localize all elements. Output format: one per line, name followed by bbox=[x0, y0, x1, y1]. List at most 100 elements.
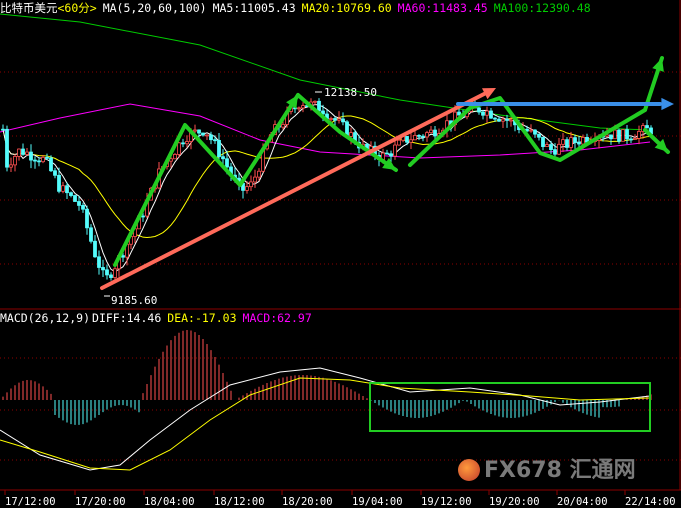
candle-body bbox=[297, 107, 301, 110]
ma20-value: MA20:10769.60 bbox=[301, 1, 392, 15]
candle-body bbox=[557, 143, 561, 155]
candle-body bbox=[549, 144, 553, 151]
low-price-label: 9185.60 bbox=[111, 294, 157, 307]
candle-body bbox=[85, 208, 89, 229]
ma5-line bbox=[2, 104, 652, 273]
candle-body bbox=[329, 118, 333, 120]
candle-body bbox=[193, 129, 197, 132]
candle-body bbox=[349, 132, 353, 137]
ma100-value: MA100:12390.48 bbox=[493, 1, 591, 15]
candle-body bbox=[89, 227, 93, 242]
green-arrowhead-up bbox=[652, 58, 664, 72]
green-zigzag-arrow-1 bbox=[113, 93, 300, 267]
candle-body bbox=[389, 153, 393, 157]
candle-body bbox=[217, 140, 221, 158]
candle-body bbox=[569, 137, 573, 148]
candle-body bbox=[53, 170, 57, 176]
candle-body bbox=[385, 152, 389, 155]
diff-value: DIFF:14.46 bbox=[92, 311, 162, 325]
fx678-logo-icon bbox=[458, 459, 480, 481]
candle-body bbox=[69, 192, 73, 196]
dea-value: DEA:-17.03 bbox=[167, 311, 237, 325]
candle-body bbox=[65, 185, 69, 194]
candle-body bbox=[61, 185, 65, 192]
candle-body bbox=[433, 129, 437, 137]
candle-body bbox=[97, 256, 101, 268]
candle-body bbox=[33, 159, 37, 162]
candle-body bbox=[281, 124, 285, 128]
x-tick-label: 19/12:00 bbox=[421, 496, 472, 508]
candle-body bbox=[317, 100, 321, 112]
x-tick-label: 22/14:00 bbox=[625, 496, 676, 508]
candle-body bbox=[113, 268, 117, 278]
candle-body bbox=[93, 240, 97, 258]
candle-body bbox=[121, 255, 125, 258]
candle-body bbox=[573, 137, 577, 143]
candle-body bbox=[1, 128, 5, 131]
candle-body bbox=[529, 129, 533, 132]
x-tick-label: 19/04:00 bbox=[352, 496, 403, 508]
candle-body bbox=[253, 176, 257, 183]
candle-body bbox=[397, 139, 401, 146]
candle-body bbox=[409, 139, 413, 143]
watermark-cn: 汇通网 bbox=[569, 458, 636, 483]
macd-header: MACD(26,12,9) DIFF:14.46 DEA:-17.03 MACD:62… bbox=[0, 311, 318, 325]
candle-body bbox=[621, 129, 625, 142]
x-axis-ticks: 17/12:00 17/20:00 18/04:00 18/12:00 18/20:00… bbox=[4, 490, 676, 508]
x-tick-label: 20/04:00 bbox=[557, 496, 608, 508]
candle-body bbox=[205, 134, 209, 137]
candle-body bbox=[505, 118, 509, 121]
candle-body bbox=[553, 149, 557, 155]
price-header: 比特币美元<60分> MA(5,20,60,100) MA5:11005.43 MA2… bbox=[0, 1, 597, 15]
macd-value: MACD:62.97 bbox=[242, 311, 312, 325]
candle-body bbox=[29, 151, 33, 161]
period-label: <60分> bbox=[57, 1, 97, 15]
candle-body bbox=[249, 181, 253, 188]
candle-body bbox=[221, 156, 225, 160]
candle-body bbox=[417, 134, 421, 137]
candle-body bbox=[141, 215, 145, 218]
moving-average-lines bbox=[0, 13, 652, 273]
watermark: FX678 汇通网 bbox=[458, 452, 636, 484]
candle-body bbox=[73, 195, 77, 202]
candle-body bbox=[493, 117, 497, 120]
candle-body bbox=[565, 139, 569, 148]
candle-body bbox=[477, 107, 481, 113]
x-tick-label: 17/12:00 bbox=[5, 496, 56, 508]
candle-body bbox=[501, 118, 505, 122]
analysis-arrows bbox=[100, 56, 670, 290]
x-tick-label: 18/12:00 bbox=[214, 496, 265, 508]
price-chart: 12138.50 9185.60 17/12:00 17/20:00 18/04:0… bbox=[0, 0, 681, 508]
candle-body bbox=[489, 110, 493, 119]
candle-body bbox=[405, 136, 409, 143]
candle-body bbox=[49, 157, 53, 172]
candle-body bbox=[509, 119, 513, 122]
candle-body bbox=[25, 151, 29, 155]
symbol-label: 比特币美元 bbox=[0, 1, 58, 15]
candle-body bbox=[337, 118, 341, 121]
macd-highlight-box bbox=[369, 382, 651, 432]
ma60-value: MA60:11483.45 bbox=[397, 1, 488, 15]
candle-body bbox=[57, 174, 61, 192]
ma-label: MA(5,20,60,100) bbox=[102, 1, 207, 15]
candle-body bbox=[173, 154, 177, 160]
candle-body bbox=[225, 158, 229, 168]
candle-body bbox=[617, 129, 621, 142]
candle-body bbox=[197, 129, 201, 134]
candle-body bbox=[629, 138, 633, 141]
ma20-line bbox=[2, 115, 652, 239]
candle-body bbox=[9, 164, 13, 168]
candle-body bbox=[537, 133, 541, 138]
x-tick-label: 19/20:00 bbox=[489, 496, 540, 508]
x-tick-label: 18/04:00 bbox=[144, 496, 195, 508]
blue-arrowhead bbox=[661, 97, 674, 111]
candle-body bbox=[257, 170, 261, 178]
candle-body bbox=[185, 141, 189, 145]
candle-body bbox=[637, 131, 641, 139]
high-price-label: 12138.50 bbox=[324, 86, 377, 99]
candle-body bbox=[581, 137, 585, 145]
macd-label: MACD(26,12,9) bbox=[0, 311, 91, 325]
macd-histogram bbox=[2, 330, 652, 425]
candle-body bbox=[313, 100, 317, 103]
candle-body bbox=[541, 136, 545, 147]
